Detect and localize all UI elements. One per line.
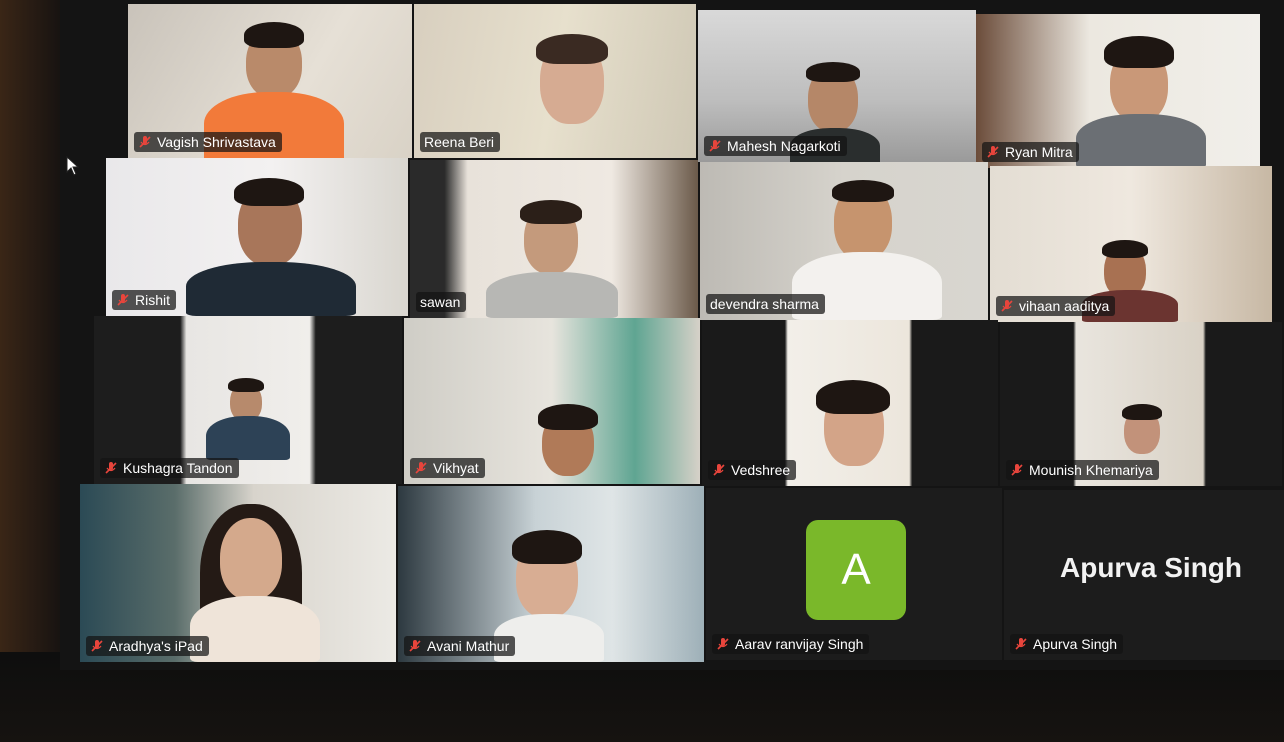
- participant-name-label: vihaan aaditya: [996, 296, 1116, 316]
- participant-display-name: Apurva Singh: [1060, 552, 1243, 583]
- participant-name-label: Avani Mathur: [404, 636, 516, 656]
- participant-name-label: Apurva Singh: [1010, 634, 1124, 654]
- muted-mic-icon: [1014, 637, 1028, 651]
- muted-mic-icon: [986, 145, 1000, 159]
- video-tile[interactable]: Vedshree: [702, 320, 998, 486]
- video-tile[interactable]: Vikhyat: [404, 318, 700, 484]
- video-tile-avatar[interactable]: A Aarav ranvijay Singh: [706, 488, 1002, 660]
- participant-name-label: Reena Beri: [420, 132, 501, 152]
- video-tile[interactable]: Mounish Khemariya: [1000, 322, 1282, 486]
- participant-name-label: Rishit: [112, 290, 177, 310]
- video-tile[interactable]: sawan: [410, 160, 698, 318]
- muted-mic-icon: [138, 135, 152, 149]
- video-tile[interactable]: Rishit: [106, 158, 408, 316]
- participant-name-label: Mahesh Nagarkoti: [704, 136, 847, 156]
- participant-name-label: Aradhya's iPad: [86, 636, 209, 656]
- video-tile[interactable]: vihaan aaditya: [990, 166, 1272, 322]
- active-speaker-tile[interactable]: devendra sharma: [700, 162, 988, 320]
- video-tile[interactable]: Aradhya's iPad: [80, 484, 396, 662]
- muted-mic-icon: [716, 637, 730, 651]
- video-tile[interactable]: Mahesh Nagarkoti: [698, 10, 976, 162]
- participant-name-label: Vedshree: [708, 460, 797, 480]
- muted-mic-icon: [408, 639, 422, 653]
- muted-mic-icon: [708, 139, 722, 153]
- muted-mic-icon: [414, 461, 428, 475]
- video-tile[interactable]: Kushagra Tandon: [94, 316, 402, 484]
- muted-mic-icon: [104, 461, 118, 475]
- video-tile[interactable]: Reena Beri: [414, 4, 696, 158]
- muted-mic-icon: [90, 639, 104, 653]
- muted-mic-icon: [1010, 463, 1024, 477]
- video-tile-no-video[interactable]: Apurva Singh Apurva Singh: [1004, 490, 1284, 660]
- participant-name-label: Ryan Mitra: [982, 142, 1079, 162]
- participant-name-label: Mounish Khemariya: [1006, 460, 1159, 480]
- video-tile[interactable]: Avani Mathur: [398, 486, 704, 662]
- video-tile[interactable]: Vagish Shrivastava: [128, 4, 412, 158]
- muted-mic-icon: [116, 293, 130, 307]
- participant-name-label: Kushagra Tandon: [100, 458, 239, 478]
- mouse-pointer-icon: [66, 155, 80, 181]
- muted-mic-icon: [712, 463, 726, 477]
- muted-mic-icon: [1000, 299, 1014, 313]
- participant-name-label: Aarav ranvijay Singh: [712, 634, 870, 654]
- participant-name-label: Vikhyat: [410, 458, 485, 478]
- participant-name-label: Vagish Shrivastava: [134, 132, 282, 152]
- meeting-gallery-view: Vagish Shrivastava Reena Beri Mahesh Nag…: [60, 0, 1284, 670]
- participant-name-label: devendra sharma: [706, 294, 825, 314]
- video-tile[interactable]: Ryan Mitra: [976, 14, 1260, 168]
- participant-avatar: A: [806, 520, 906, 620]
- participant-name-label: sawan: [416, 292, 467, 312]
